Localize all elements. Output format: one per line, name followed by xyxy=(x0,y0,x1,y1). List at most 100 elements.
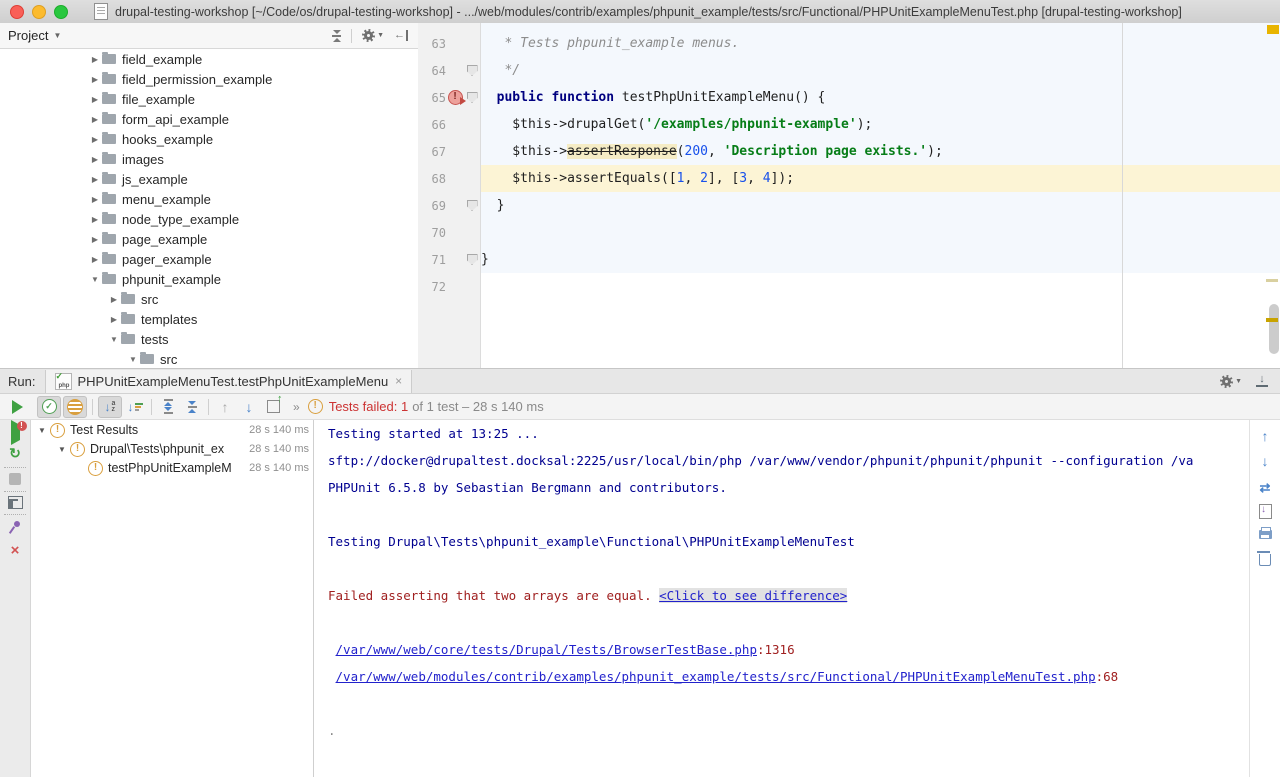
tree-item-tests[interactable]: ▼tests xyxy=(0,329,418,349)
code-editor[interactable]: 636465!66676869707172 * Tests phpunit_ex… xyxy=(418,23,1280,368)
code-line-68[interactable]: $this->assertEquals([1, 2], [3, 4]); xyxy=(481,165,1280,192)
console-link[interactable]: /var/www/web/modules/contrib/examples/ph… xyxy=(336,669,1096,684)
run-tab[interactable]: ✓php PHPUnitExampleMenuTest.testPhpUnitE… xyxy=(45,370,412,393)
restore-layout-button[interactable] xyxy=(0,496,30,509)
chevron-right-icon[interactable]: ▶ xyxy=(88,175,102,184)
tree-item-field_example[interactable]: ▶field_example xyxy=(0,49,418,69)
previous-failed-test-button[interactable]: ↑ xyxy=(214,397,236,417)
code-line-70[interactable] xyxy=(481,219,1280,246)
collapse-all-icon[interactable] xyxy=(332,30,341,42)
chevron-right-icon[interactable]: ▶ xyxy=(88,135,102,144)
chevron-down-icon[interactable]: ▼ xyxy=(126,355,140,364)
code-line-67[interactable]: $this->assertResponse(200, 'Description … xyxy=(481,138,1280,165)
test-tree-row[interactable]: ▼!Test Results28 s 140 ms xyxy=(31,420,313,439)
hide-panel-icon[interactable]: ← xyxy=(394,30,408,41)
chevron-right-icon[interactable]: ▶ xyxy=(88,235,102,244)
gutter-line-71[interactable]: 71 xyxy=(418,246,480,273)
rerun-failed-tests-button[interactable]: ! xyxy=(0,425,30,440)
up-the-stack-trace-button[interactable]: ↑ xyxy=(1250,428,1280,444)
run-settings-button[interactable]: ▼ xyxy=(1220,375,1242,388)
tree-item-src[interactable]: ▶src xyxy=(0,289,418,309)
gutter-line-70[interactable]: 70 xyxy=(418,219,480,246)
warning-stripe-mark[interactable] xyxy=(1266,279,1278,282)
print-button[interactable] xyxy=(1250,527,1280,539)
console-output[interactable]: Testing started at 13:25 ...sftp://docke… xyxy=(314,420,1250,777)
console-link[interactable]: /var/www/web/core/tests/Drupal/Tests/Bro… xyxy=(336,642,757,657)
tree-item-field_permission_example[interactable]: ▶field_permission_example xyxy=(0,69,418,89)
pin-tab-button[interactable] xyxy=(0,520,30,534)
clear-all-button[interactable] xyxy=(1250,551,1280,566)
fold-marker-icon[interactable] xyxy=(467,92,478,103)
chevron-right-icon[interactable]: ▶ xyxy=(88,75,102,84)
chevron-down-icon[interactable]: ▼ xyxy=(55,445,69,454)
tree-item-templates[interactable]: ▶templates xyxy=(0,309,418,329)
test-failed-gutter-icon[interactable]: ! xyxy=(448,90,463,105)
chevron-down-icon[interactable]: ▼ xyxy=(107,335,121,344)
tree-item-pager_example[interactable]: ▶pager_example xyxy=(0,249,418,269)
chevron-down-icon[interactable]: ▼ xyxy=(88,275,102,284)
fold-marker-icon[interactable] xyxy=(467,200,478,211)
tree-item-form_api_example[interactable]: ▶form_api_example xyxy=(0,109,418,129)
down-the-stack-trace-button[interactable]: ↓ xyxy=(1250,453,1280,469)
error-stripe-indicator[interactable] xyxy=(1267,25,1279,34)
tree-item-phpunit_example[interactable]: ▼phpunit_example xyxy=(0,269,418,289)
window-zoom-icon[interactable] xyxy=(54,5,68,19)
window-minimize-icon[interactable] xyxy=(32,5,46,19)
gutter-line-68[interactable]: 68 xyxy=(418,165,480,192)
tree-item-menu_example[interactable]: ▶menu_example xyxy=(0,189,418,209)
toggle-auto-test-button[interactable]: ↻ xyxy=(0,446,30,460)
fold-marker-icon[interactable] xyxy=(467,65,478,76)
minimize-panel-icon[interactable]: ↓ xyxy=(1256,375,1268,387)
project-settings-button[interactable]: ▼ xyxy=(362,29,384,42)
scroll-to-end-button[interactable] xyxy=(1250,504,1280,519)
chevron-down-icon[interactable]: ▼ xyxy=(53,31,61,40)
code-line-64[interactable]: */ xyxy=(481,57,1280,84)
collapse-all-button[interactable] xyxy=(181,397,203,417)
test-tree-row[interactable]: ▼!Drupal\Tests\phpunit_ex28 s 140 ms xyxy=(31,439,313,458)
show-ignored-toggle[interactable] xyxy=(63,396,87,418)
gutter-line-66[interactable]: 66 xyxy=(418,111,480,138)
close-tab-icon[interactable]: × xyxy=(395,375,402,387)
code-line-66[interactable]: $this->drupalGet('/examples/phpunit-exam… xyxy=(481,111,1280,138)
chevron-down-icon[interactable]: ▼ xyxy=(35,426,49,435)
chevron-right-icon[interactable]: ▶ xyxy=(107,295,121,304)
editor-scrollbar[interactable] xyxy=(1269,304,1279,354)
chevron-right-icon[interactable]: ▶ xyxy=(88,155,102,164)
console-link[interactable]: <Click to see difference> xyxy=(659,588,847,603)
tree-item-node_type_example[interactable]: ▶node_type_example xyxy=(0,209,418,229)
expand-all-button[interactable] xyxy=(157,397,179,417)
chevron-right-icon[interactable]: ▶ xyxy=(88,55,102,64)
stop-button[interactable] xyxy=(0,473,30,485)
close-panel-button[interactable]: × xyxy=(0,544,30,558)
code-line-72[interactable] xyxy=(481,273,1280,300)
chevron-right-icon[interactable]: ▶ xyxy=(88,255,102,264)
gutter-line-64[interactable]: 64 xyxy=(418,57,480,84)
fold-marker-icon[interactable] xyxy=(467,254,478,265)
chevron-right-icon[interactable]: ▶ xyxy=(88,195,102,204)
gutter-line-67[interactable]: 67 xyxy=(418,138,480,165)
chevron-right-icon[interactable]: ▶ xyxy=(107,315,121,324)
rerun-button[interactable] xyxy=(6,397,28,417)
gutter-line-72[interactable]: 72 xyxy=(418,273,480,300)
tree-item-hooks_example[interactable]: ▶hooks_example xyxy=(0,129,418,149)
import-test-results-button[interactable] xyxy=(262,397,284,417)
gutter-line-65[interactable]: 65! xyxy=(418,84,480,111)
gutter-line-69[interactable]: 69 xyxy=(418,192,480,219)
toolbar-overflow-chevrons[interactable]: » xyxy=(293,400,300,414)
code-line-71[interactable]: } xyxy=(481,246,1280,273)
tree-item-js_example[interactable]: ▶js_example xyxy=(0,169,418,189)
tree-item-src[interactable]: ▼src xyxy=(0,349,418,368)
code-line-65[interactable]: public function testPhpUnitExampleMenu()… xyxy=(481,84,1280,111)
tree-item-images[interactable]: ▶images xyxy=(0,149,418,169)
window-close-icon[interactable] xyxy=(10,5,24,19)
chevron-right-icon[interactable]: ▶ xyxy=(88,115,102,124)
test-tree-row[interactable]: !testPhpUnitExampleM28 s 140 ms xyxy=(31,458,313,477)
sort-by-duration-button[interactable]: ↓ xyxy=(124,397,146,417)
next-failed-test-button[interactable]: ↓ xyxy=(238,397,260,417)
code-line-63[interactable]: * Tests phpunit_example menus. xyxy=(481,30,1280,57)
show-passed-toggle[interactable]: ✓ xyxy=(37,396,61,418)
project-panel-header[interactable]: Project ▼ ▼ ← xyxy=(0,23,418,49)
warning-stripe-mark[interactable] xyxy=(1266,318,1278,322)
tree-item-page_example[interactable]: ▶page_example xyxy=(0,229,418,249)
tree-item-file_example[interactable]: ▶file_example xyxy=(0,89,418,109)
